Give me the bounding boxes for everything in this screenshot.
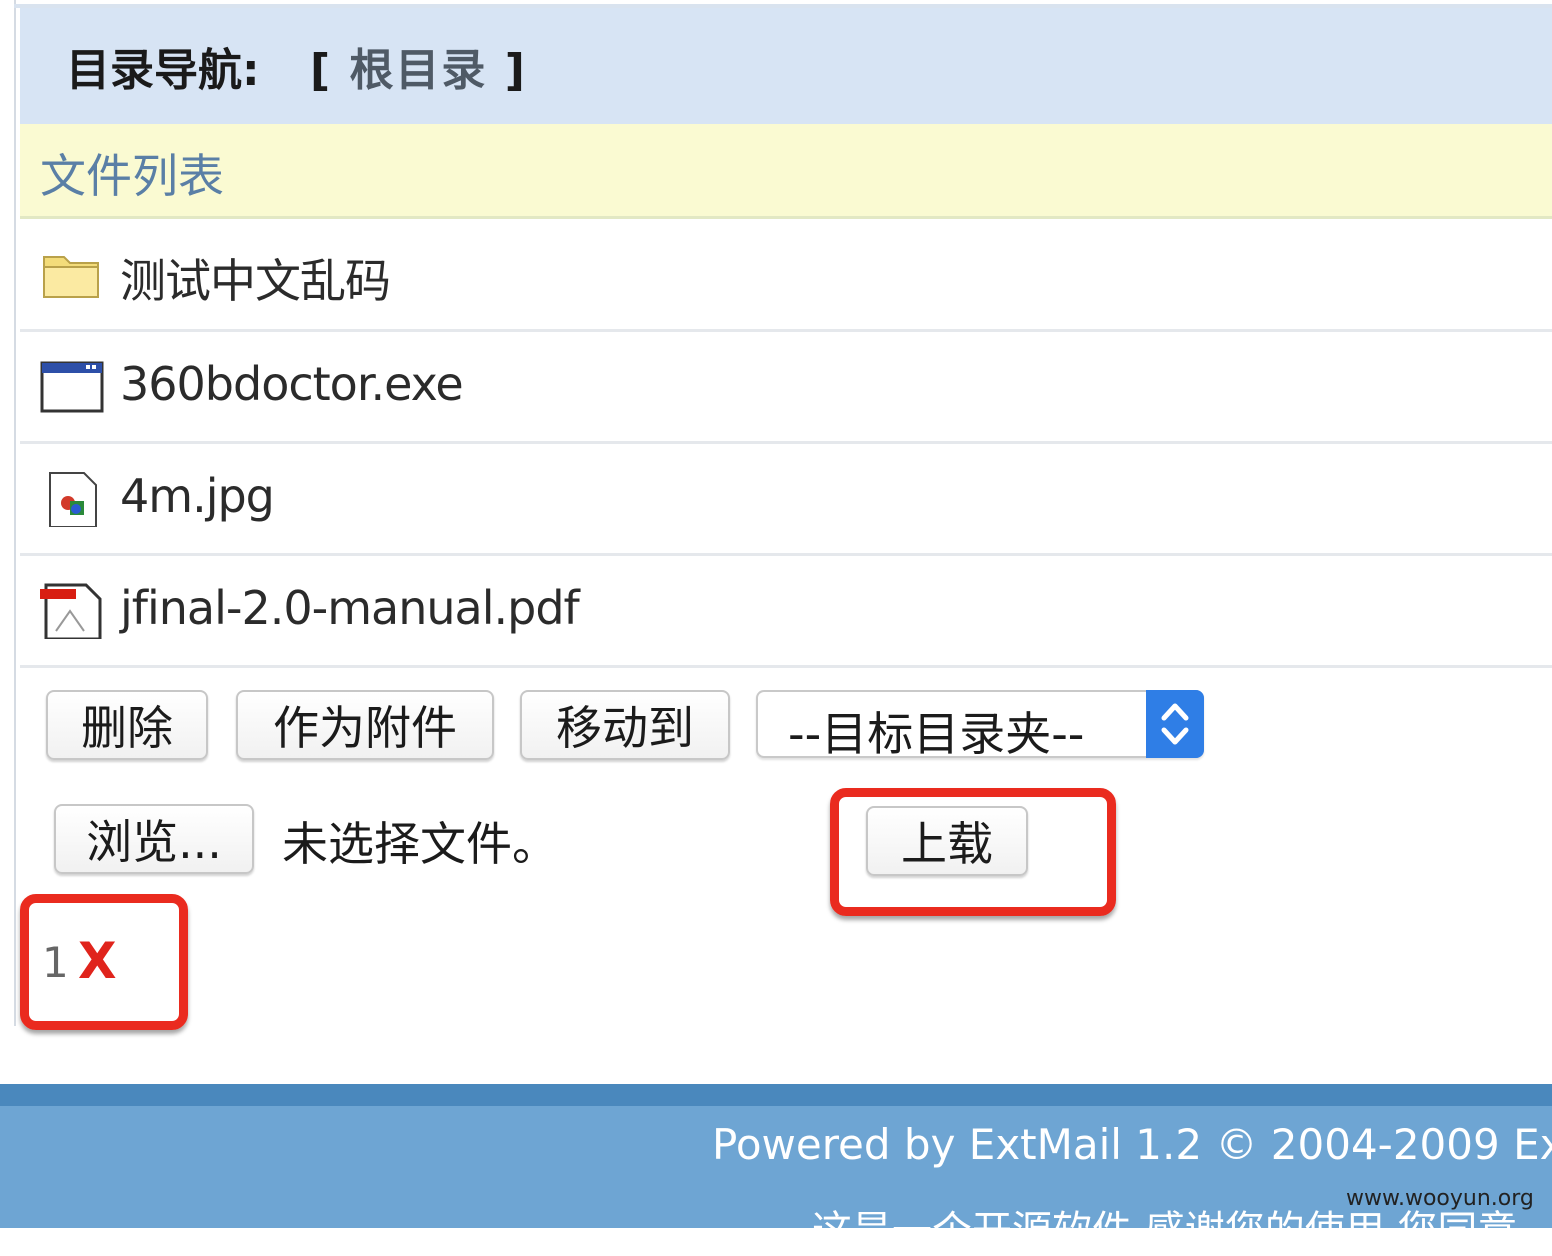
target-folder-select-value: --目标目录夹-- — [788, 707, 1085, 761]
chevron-up-down-icon — [1146, 690, 1204, 758]
image-file-icon — [40, 471, 104, 528]
browse-button[interactable]: 浏览... — [54, 804, 254, 874]
injection-highlight-box — [20, 894, 188, 1030]
list-item[interactable]: jfinal-2.0-manual.pdf — [20, 555, 1552, 668]
attach-button[interactable]: 作为附件 — [236, 690, 494, 760]
watermark: www.wooyun.org — [1346, 1186, 1534, 1211]
move-to-button[interactable]: 移动到 — [520, 690, 730, 760]
file-name-link[interactable]: jfinal-2.0-manual.pdf — [120, 581, 580, 635]
breadcrumb-close-bracket: ] — [504, 45, 527, 96]
list-item[interactable]: 测试中文乱码 — [20, 219, 1552, 332]
breadcrumb-open-bracket: [ — [310, 45, 333, 96]
delete-button[interactable]: 删除 — [46, 690, 208, 760]
breadcrumb: [ 根目录 ] — [310, 34, 527, 98]
upload-highlight-box — [830, 788, 1116, 916]
footer-top-band — [0, 1084, 1552, 1106]
file-name-link[interactable]: 360bdoctor.exe — [120, 357, 464, 411]
file-list-title: 文件列表 — [40, 149, 224, 203]
list-item[interactable]: 4m.jpg — [20, 443, 1552, 556]
file-name-link[interactable]: 测试中文乱码 — [120, 245, 391, 311]
breadcrumb-root-link[interactable]: 根目录 — [349, 45, 487, 96]
exe-file-icon — [40, 359, 104, 415]
folder-icon — [40, 247, 104, 303]
no-file-selected-text: 未选择文件。 — [282, 817, 558, 871]
footer-powered-by: Powered by ExtMail 1.2 © 2004-2009 ExtM — [712, 1120, 1552, 1169]
file-list-header — [20, 124, 1552, 219]
pdf-file-icon — [40, 583, 104, 641]
directory-nav-label: 目录导航: — [66, 45, 260, 96]
file-name-link[interactable]: 4m.jpg — [120, 469, 275, 523]
list-item[interactable]: 360bdoctor.exe — [20, 331, 1552, 444]
target-folder-select[interactable]: --目标目录夹-- — [756, 690, 1204, 761]
